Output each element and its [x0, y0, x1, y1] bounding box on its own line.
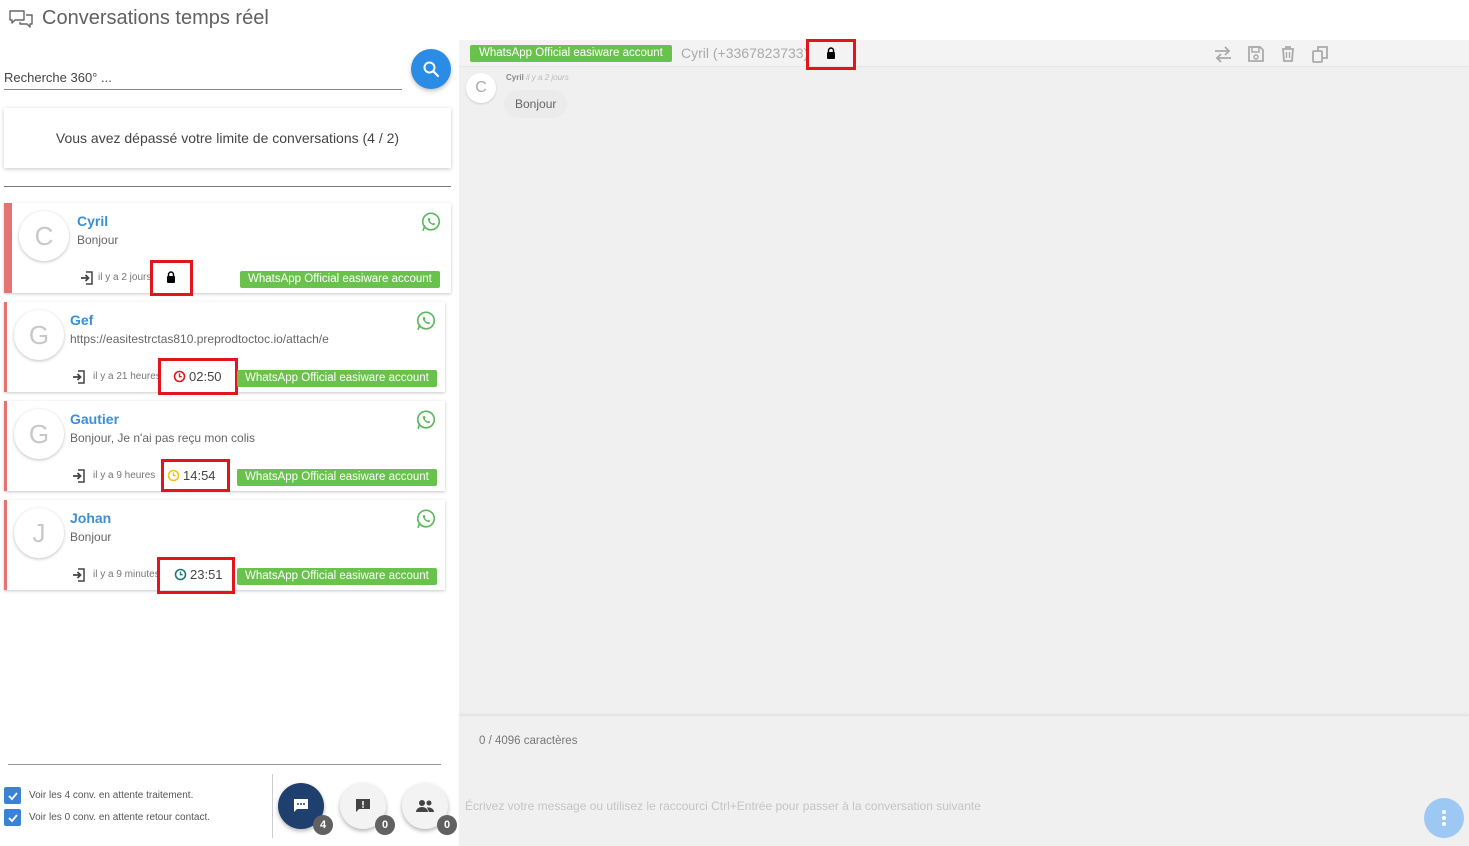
check-icon [7, 813, 18, 822]
more-vertical-icon [1442, 810, 1446, 826]
char-counter: 0 / 4096 caractères [479, 735, 578, 747]
chat-bubbles-icon [9, 10, 33, 28]
trash-icon[interactable] [1278, 44, 1298, 64]
avatar: J [14, 508, 64, 558]
contact-name: Gef [70, 312, 94, 328]
contact-name: Gautier [70, 411, 120, 427]
message-author: Cyril [506, 73, 524, 82]
limit-warning: Vous avez dépassé votre limite de conver… [4, 108, 451, 168]
more-options-button[interactable] [1424, 798, 1464, 838]
whatsapp-icon [421, 212, 441, 232]
conversation-item[interactable]: G Gautier Bonjour, Je n'ai pas reçu mon … [4, 401, 445, 492]
message-preview: Bonjour [70, 530, 112, 544]
channel-tag: WhatsApp Official easiware account [237, 469, 437, 486]
message-preview: Bonjour, Je n'ai pas reçu mon colis [70, 431, 256, 445]
avatar: C [19, 211, 69, 261]
chat-panel: WhatsApp Official easiware account Cyril… [459, 39, 1469, 846]
page-header: Conversations temps réel [0, 0, 1469, 40]
contact-info: Cyril (+3367823733) [681, 45, 809, 61]
highlight-box [157, 557, 235, 594]
divider [4, 186, 451, 187]
message-bubble: Bonjour [504, 90, 568, 118]
time-ago: il y a 9 heures [93, 470, 156, 481]
whatsapp-icon [416, 509, 436, 529]
message-input[interactable] [465, 796, 1405, 816]
filter-waiting-checkbox[interactable]: Voir les 0 conv. en attente retour conta… [4, 809, 210, 826]
whatsapp-icon [416, 410, 436, 430]
contact-name: Cyril [77, 213, 109, 229]
time-ago: il y a 2 jours [98, 272, 152, 283]
highlight-box [161, 459, 230, 492]
conversation-item[interactable]: J Johan Bonjour il y a 9 minutes 23:51 W… [4, 500, 445, 594]
avatar: G [14, 409, 64, 459]
conversation-item[interactable]: G Gef https://easitestrctas810.preprodto… [4, 302, 445, 395]
conversation-item[interactable]: C Cyril Bonjour il y a 2 jours WhatsApp … [4, 203, 451, 296]
message-time: il y a 2 jours [526, 73, 569, 82]
avatar: C [466, 73, 496, 103]
divider [272, 774, 273, 838]
search-button[interactable] [411, 49, 451, 89]
time-ago: il y a 21 heures [93, 371, 161, 382]
count-badge: 0 [437, 815, 457, 835]
channel-tag: WhatsApp Official easiware account [237, 568, 437, 585]
page-title: Conversations temps réel [42, 7, 269, 29]
search-input[interactable] [4, 66, 402, 90]
conversation-list-panel: Vous avez dépassé votre limite de conver… [0, 40, 458, 846]
message-meta: Cyril il y a 2 jours [506, 73, 569, 82]
copy-icon[interactable] [1310, 44, 1330, 64]
message-preview: https://easitestrctas810.preprodtoctoc.i… [70, 332, 329, 346]
checkbox-checked[interactable] [4, 787, 21, 804]
feedback-icon [356, 799, 370, 812]
channel-tag: WhatsApp Official easiware account [470, 45, 672, 62]
transfer-icon[interactable] [1213, 44, 1233, 64]
message-preview: Bonjour [77, 233, 119, 247]
save-icon[interactable] [1246, 44, 1266, 64]
highlight-box [806, 39, 856, 70]
check-icon [7, 791, 18, 800]
time-ago: il y a 9 minutes [93, 569, 160, 580]
channel-tag: WhatsApp Official easiware account [240, 271, 440, 288]
login-icon [73, 370, 85, 384]
filter-pending-checkbox[interactable]: Voir les 4 conv. en attente traitement. [4, 787, 193, 804]
highlight-box [158, 358, 238, 395]
divider [8, 764, 441, 765]
count-badge: 0 [375, 815, 395, 835]
count-badge: 4 [313, 815, 333, 835]
login-icon [81, 271, 93, 285]
checkbox-checked[interactable] [4, 809, 21, 826]
people-icon [416, 800, 434, 812]
login-icon [73, 568, 85, 582]
whatsapp-icon [416, 311, 436, 331]
highlight-box [150, 260, 193, 296]
channel-tag: WhatsApp Official easiware account [237, 370, 437, 387]
checkbox-label: Voir les 4 conv. en attente traitement. [29, 790, 194, 801]
search-icon [423, 61, 440, 78]
checkbox-label: Voir les 0 conv. en attente retour conta… [29, 812, 211, 823]
avatar: G [14, 310, 64, 360]
chat-icon [294, 799, 308, 812]
login-icon [73, 469, 85, 483]
contact-name: Johan [70, 510, 112, 526]
message-composer: 0 / 4096 caractères [459, 715, 1469, 846]
chat-toolbar: WhatsApp Official easiware account Cyril… [459, 39, 1469, 70]
